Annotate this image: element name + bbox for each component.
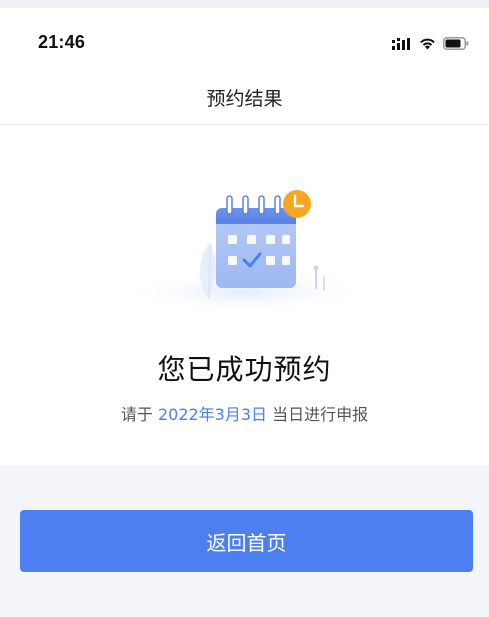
result-subtitle-prefix: 请于 (120, 405, 153, 424)
reservation-result-screen: 21:46 预约结果 您已成功预约 请于 2022年3月3日 当日进行申报 返回… (0, 0, 489, 617)
page-title: 预约结果 (206, 88, 283, 110)
cellular-signal-icon (392, 35, 412, 54)
top-strip (0, 0, 489, 8)
result-subtitle: 请于 2022年3月3日 当日进行申报 (0, 401, 489, 425)
calendar-check-clock-icon (110, 180, 380, 315)
nav-bar: 预约结果 (0, 66, 489, 125)
result-subtitle-suffix: 当日进行申报 (272, 405, 369, 424)
status-bar: 21:46 (0, 8, 489, 66)
result-card: 您已成功预约 请于 2022年3月3日 当日进行申报 (0, 125, 489, 465)
result-title: 您已成功预约 (157, 353, 332, 386)
battery-icon (443, 35, 469, 54)
status-time: 21:46 (38, 32, 86, 52)
back-home-button[interactable]: 返回首页 (20, 510, 473, 572)
wifi-icon (419, 35, 436, 54)
reservation-date: 2022年3月3日 (157, 405, 268, 424)
status-icons (392, 35, 469, 54)
